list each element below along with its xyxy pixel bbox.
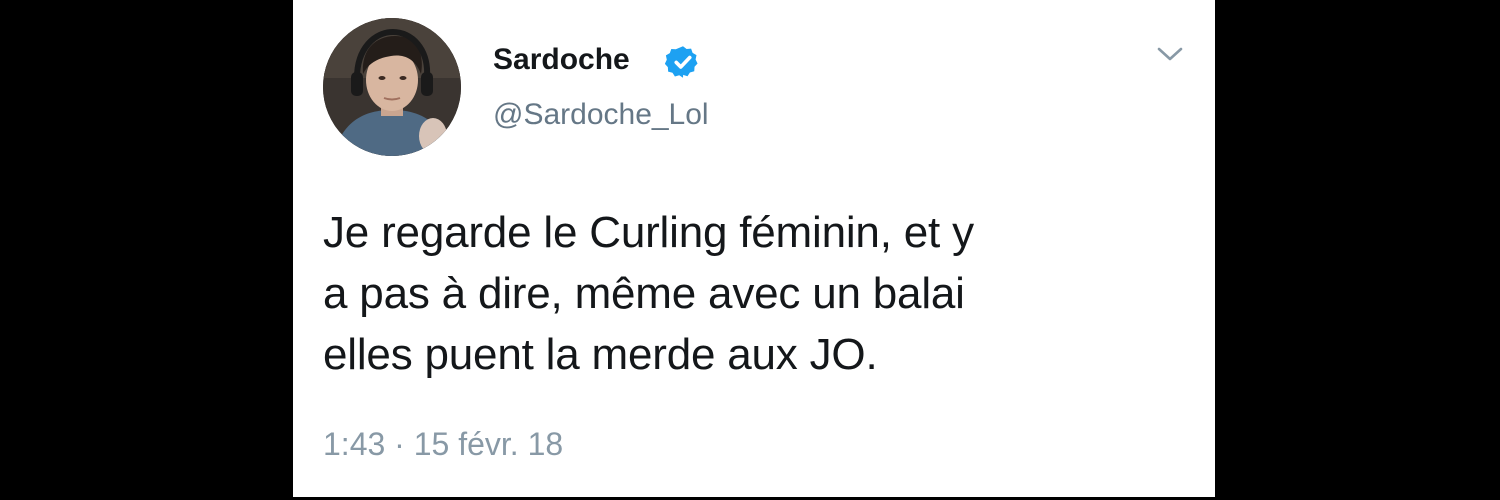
tweet-timestamp[interactable]: 1:43 · 15 févr. 18 (323, 424, 563, 464)
tweet-text-line: Je regarde le Curling féminin, et y (323, 208, 974, 257)
tweet-text-line: a pas à dire, même avec un balai (323, 269, 965, 318)
verified-badge-icon (665, 46, 698, 78)
screenshot-frame: Sardoche @Sardoche_Lol Je regarde le Cur… (0, 0, 1500, 500)
display-name[interactable]: Sardoche (493, 42, 630, 78)
tweet-text-line: elles puent la merde aux JO. (323, 330, 878, 379)
tweet-text: Je regarde le Curling féminin, et y a pa… (323, 202, 1183, 385)
avatar-image (323, 18, 461, 156)
tweet-card[interactable]: Sardoche @Sardoche_Lol Je regarde le Cur… (293, 0, 1215, 497)
user-handle[interactable]: @Sardoche_Lol (493, 97, 709, 133)
avatar[interactable] (323, 18, 461, 156)
chevron-down-icon[interactable] (1155, 42, 1185, 66)
